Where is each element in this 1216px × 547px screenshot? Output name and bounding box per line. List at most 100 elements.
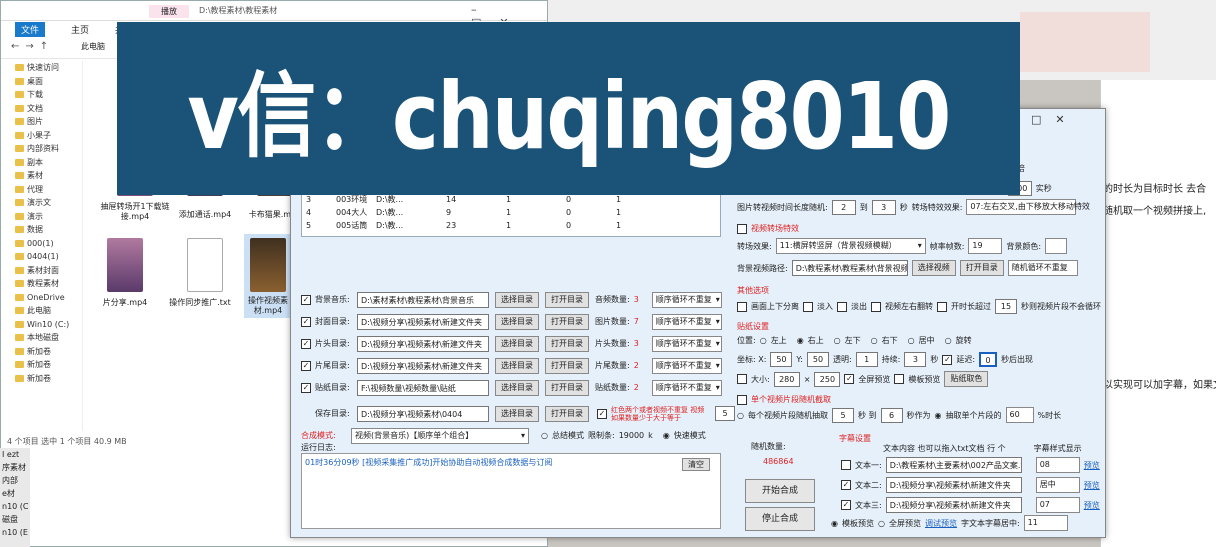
select-dir-button[interactable]: 选择目录 — [495, 313, 539, 330]
nav-item[interactable]: 新加卷 — [1, 372, 82, 386]
bottom-select[interactable]: 11 — [1023, 515, 1068, 531]
open-dir-button[interactable]: 打开目录 — [545, 313, 589, 330]
source-checkbox[interactable]: ✓ — [301, 338, 311, 349]
select-dir-button[interactable]: 选择目录 — [495, 335, 539, 352]
pick-color-button[interactable]: 贴纸取色 — [944, 371, 989, 387]
nav-item[interactable]: OneDrive — [1, 291, 82, 305]
open-dir-button[interactable]: 打开目录 — [545, 335, 589, 352]
open-dir-button[interactable]: 打开目录 — [959, 260, 1004, 276]
opacity-input[interactable]: 1 — [855, 352, 878, 367]
subtitle-checkbox[interactable]: ✓ — [841, 500, 851, 510]
file-item[interactable]: 片分享.mp4 — [90, 238, 160, 308]
img-to-input[interactable]: 3 — [871, 199, 896, 215]
subtitle-size-select[interactable]: 居中 — [1035, 477, 1080, 493]
radio-icon[interactable]: ○ — [945, 336, 952, 345]
color-picker[interactable] — [1045, 238, 1068, 254]
source-path-input[interactable]: D:\视频分享\视频素材\新建文件夹 — [357, 357, 489, 374]
x-input[interactable]: 50 — [770, 352, 793, 367]
subtitle-size-select[interactable]: 07 — [1035, 497, 1080, 513]
source-checkbox[interactable]: ✓ — [301, 382, 311, 393]
option-checkbox[interactable] — [937, 301, 947, 312]
radio-selected-icon[interactable]: ◉ — [831, 519, 838, 528]
nav-item[interactable]: 内部资料 — [1, 142, 82, 156]
delay-checkbox[interactable]: ✓ — [942, 354, 953, 365]
mode-select[interactable]: 顺序循环不重复 ▾ — [651, 291, 722, 308]
rand-to-input[interactable]: 6 — [880, 407, 903, 423]
template-checkbox[interactable] — [894, 374, 905, 384]
loop-seconds-input[interactable]: 15 — [995, 299, 1017, 314]
y-input[interactable]: 50 — [806, 352, 829, 367]
warn-checkbox[interactable]: ✓ — [597, 408, 607, 419]
subtitle-preview-link[interactable]: 预览 — [1084, 460, 1100, 471]
tool-window-controls[interactable]: □✕ — [1031, 113, 1079, 126]
select-dir-button[interactable]: 选择目录 — [495, 405, 539, 422]
source-checkbox[interactable]: ✓ — [301, 316, 311, 327]
subtitle-checkbox[interactable]: ✓ — [841, 480, 851, 490]
option-checkbox[interactable] — [803, 301, 813, 312]
radio-selected-icon[interactable]: ◉ — [663, 431, 670, 440]
nav-item[interactable]: 素材 — [1, 169, 82, 183]
radio-selected-icon[interactable]: ◉ — [797, 336, 804, 345]
subtitle-size-select[interactable]: 08 — [1035, 457, 1080, 473]
open-dir-button[interactable]: 打开目录 — [545, 379, 589, 396]
radio-icon[interactable]: ○ — [760, 336, 767, 345]
bgvid-mode-select[interactable]: 随机循环不重复 — [1007, 260, 1078, 276]
radio-icon[interactable]: ○ — [737, 411, 744, 420]
nav-item[interactable]: 下载 — [1, 88, 82, 102]
nav-item[interactable]: 图片 — [1, 115, 82, 129]
radio-icon[interactable]: ○ — [878, 519, 885, 528]
subtitle-path-input[interactable]: D:\视频分享\视频素材\新建文件夹 — [885, 497, 1022, 513]
subtitle-preview-link[interactable]: 预览 — [1084, 480, 1100, 491]
warn-value-input[interactable]: 5 — [715, 406, 735, 421]
source-path-input[interactable]: D:\视频分享\视频素材\新建文件夹 — [357, 335, 489, 352]
nav-item[interactable]: 新加卷 — [1, 358, 82, 372]
nav-item[interactable]: 演示 — [1, 210, 82, 224]
rand-pct-select[interactable]: 60 — [1005, 407, 1034, 423]
radio-icon[interactable]: ○ — [834, 336, 841, 345]
option-checkbox[interactable] — [871, 301, 881, 312]
source-checkbox[interactable]: ✓ — [301, 294, 311, 305]
source-checkbox[interactable]: ✓ — [301, 360, 311, 371]
output-path-input[interactable]: D:\视频分享\视频素材\0404 — [357, 405, 489, 422]
nav-item[interactable]: 演示文 — [1, 196, 82, 210]
frame-select[interactable]: 19 — [968, 238, 1003, 254]
nav-item[interactable]: 桌面 — [1, 75, 82, 89]
nav-item[interactable]: Win10 (C:) — [1, 318, 82, 332]
transition-select[interactable]: 11:横屏转竖屏（背景视频模糊） ▾ — [775, 238, 926, 254]
fullscreen-checkbox[interactable]: ✓ — [844, 374, 855, 384]
start-compose-button[interactable]: 开始合成 — [745, 479, 815, 503]
stop-compose-button[interactable]: 停止合成 — [745, 507, 815, 531]
nav-item[interactable]: 000(1) — [1, 237, 82, 251]
option-checkbox[interactable] — [837, 301, 847, 312]
bgvid-path-input[interactable]: D:\教程素材\教程素材\背景视频 — [791, 260, 908, 276]
mode-select[interactable]: 顺序循环不重复 ▾ — [651, 357, 722, 374]
nav-arrows-icon[interactable]: ←→↑ — [11, 41, 54, 52]
file-item[interactable]: 操作同步推广.txt — [165, 238, 235, 308]
delay-input[interactable]: 0 — [979, 352, 998, 367]
img-from-input[interactable]: 2 — [831, 199, 856, 215]
nav-item[interactable]: 代理 — [1, 183, 82, 197]
mode-select[interactable]: 顺序循环不重复 ▾ — [651, 379, 722, 396]
effect-select[interactable]: 07:左右交叉,由下移放大移动特效 — [966, 199, 1090, 215]
address-path[interactable]: 此电脑 — [81, 41, 121, 52]
nav-item[interactable]: 此电脑 — [1, 304, 82, 318]
nav-item[interactable]: 小果子 — [1, 129, 82, 143]
mode-select[interactable]: 顺序循环不重复 ▾ — [651, 313, 722, 330]
subtitle-path-input[interactable]: D:\视频分享\视频素材\新建文件夹 — [885, 477, 1022, 493]
radio-icon[interactable]: ○ — [908, 336, 915, 345]
option-checkbox[interactable] — [737, 301, 747, 312]
duration-input[interactable]: 3 — [904, 352, 927, 367]
random-clip-checkbox[interactable] — [737, 394, 747, 405]
nav-item[interactable]: 新加卷 — [1, 345, 82, 359]
source-path-input[interactable]: D:\视频分享\视频素材\新建文件夹 — [357, 313, 489, 330]
open-dir-button[interactable]: 打开目录 — [545, 405, 589, 422]
nav-item[interactable]: 本地磁盘 — [1, 331, 82, 345]
radio-selected-icon[interactable]: ◉ — [935, 411, 942, 420]
open-dir-button[interactable]: 打开目录 — [545, 357, 589, 374]
nav-item[interactable]: 教程素材 — [1, 277, 82, 291]
nav-item[interactable]: 0404(1) — [1, 250, 82, 264]
select-dir-button[interactable]: 选择目录 — [495, 291, 539, 308]
nav-item[interactable]: 素材封面 — [1, 264, 82, 278]
nav-item[interactable]: 快速访问 — [1, 61, 82, 75]
mode-select[interactable]: 顺序循环不重复 ▾ — [651, 335, 722, 352]
